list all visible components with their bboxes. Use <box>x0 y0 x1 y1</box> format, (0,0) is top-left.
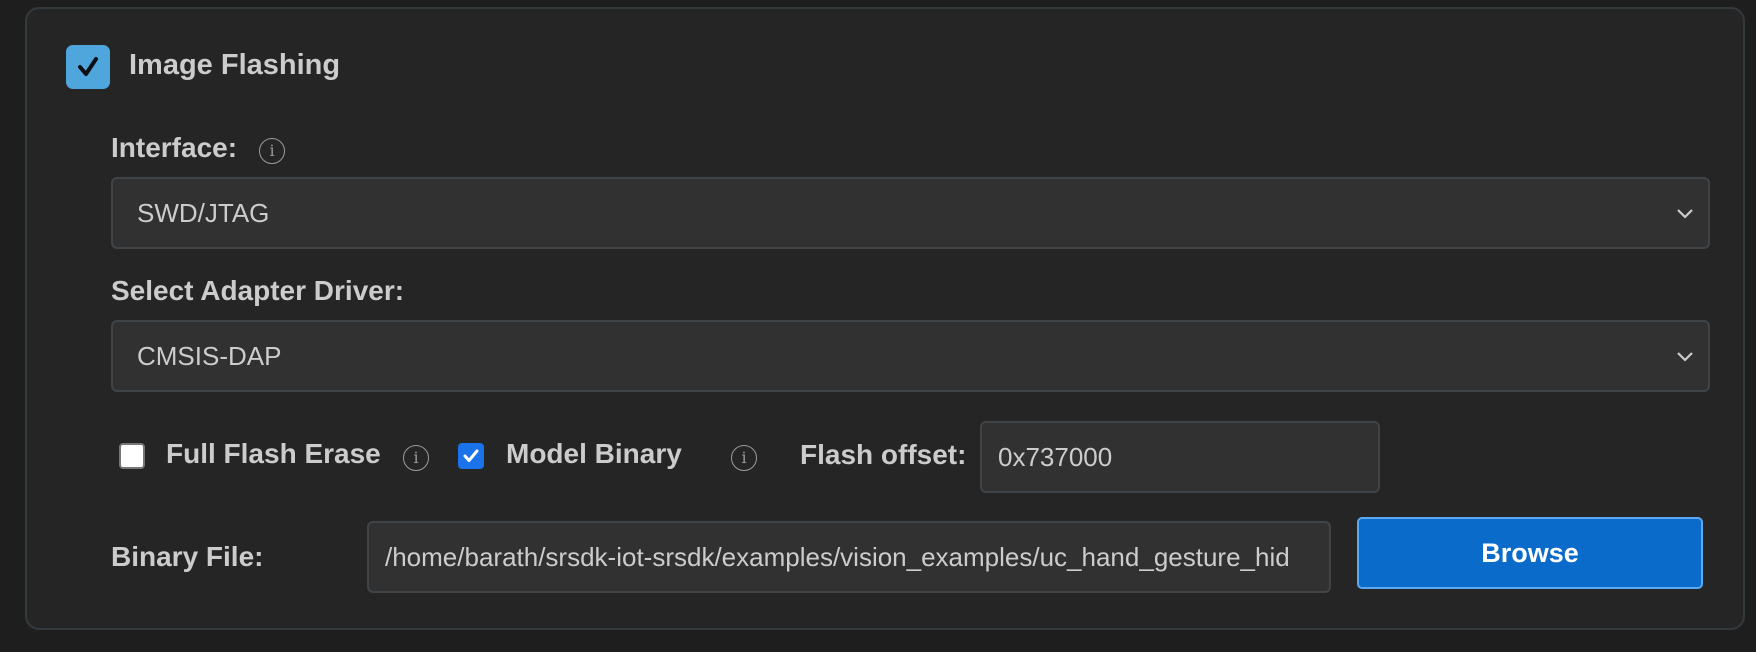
adapter-driver-select[interactable]: CMSIS-DAP <box>111 320 1710 392</box>
full-flash-erase-label: Full Flash Erase <box>166 438 381 469</box>
browse-button[interactable]: Browse <box>1357 517 1703 589</box>
adapter-driver-select-value: CMSIS-DAP <box>137 340 282 371</box>
model-binary-checkbox[interactable] <box>458 443 484 469</box>
checkmark-icon <box>78 57 98 76</box>
interface-label: Interface: <box>111 132 238 163</box>
chevron-down-icon <box>1677 209 1693 219</box>
model-binary-label: Model Binary <box>506 438 682 469</box>
binary-file-label: Binary File: <box>111 541 264 572</box>
flash-offset-label: Flash offset: <box>800 439 967 470</box>
binary-file-input[interactable] <box>367 521 1331 593</box>
adapter-driver-label: Select Adapter Driver: <box>111 275 405 306</box>
flash-offset-input[interactable] <box>980 421 1380 493</box>
image-flashing-checkbox[interactable] <box>66 45 110 89</box>
checkmark-icon <box>463 449 479 462</box>
chevron-down-icon <box>1677 352 1693 362</box>
info-icon[interactable]: i <box>731 445 757 471</box>
image-flashing-panel: Image Flashing Interface: i SWD/JTAG Sel… <box>25 7 1745 630</box>
section-title: Image Flashing <box>129 49 341 81</box>
interface-select[interactable]: SWD/JTAG <box>111 177 1710 249</box>
info-icon[interactable]: i <box>259 138 285 164</box>
interface-select-value: SWD/JTAG <box>137 197 270 228</box>
info-icon[interactable]: i <box>403 445 429 471</box>
full-flash-erase-checkbox[interactable] <box>119 443 145 469</box>
